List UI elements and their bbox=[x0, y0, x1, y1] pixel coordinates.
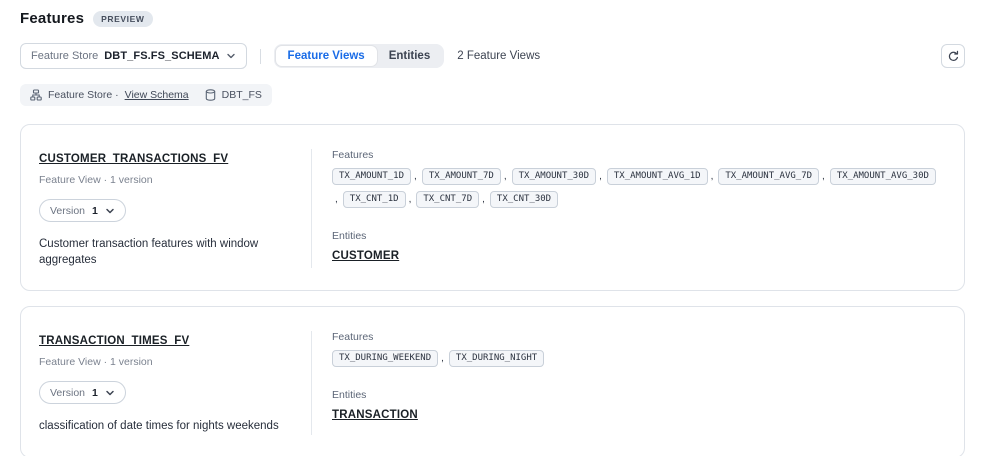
entity-link[interactable]: TRANSACTION bbox=[332, 409, 418, 421]
chevron-down-icon bbox=[105, 388, 115, 398]
feature-view-subtitle: Feature View · 1 version bbox=[39, 174, 293, 186]
tab-entities[interactable]: Entities bbox=[377, 46, 443, 66]
chevron-down-icon bbox=[105, 206, 115, 216]
feature-chip: TX_AMOUNT_AVG_30D bbox=[830, 168, 936, 185]
feature-chip-list: TX_AMOUNT_1D, TX_AMOUNT_7D, TX_AMOUNT_30… bbox=[332, 168, 942, 208]
feature-view-title-link[interactable]: CUSTOMER_TRANSACTIONS_FV bbox=[39, 153, 228, 165]
feature-view-description: Customer transaction features with windo… bbox=[39, 237, 291, 268]
breadcrumb-store-label: Feature Store · bbox=[48, 89, 119, 101]
version-value: 1 bbox=[92, 387, 98, 399]
version-dropdown[interactable]: Version 1 bbox=[39, 199, 126, 222]
feature-store-dropdown[interactable]: Feature Store DBT_FS.FS_SCHEMA bbox=[20, 43, 247, 69]
toolbar: Feature Store DBT_FS.FS_SCHEMA Feature V… bbox=[20, 43, 965, 69]
feature-chip: TX_DURING_NIGHT bbox=[449, 350, 544, 367]
features-label: Features bbox=[332, 149, 944, 161]
feature-chip: TX_CNT_30D bbox=[490, 191, 558, 208]
view-schema-link[interactable]: View Schema bbox=[125, 89, 189, 101]
feature-chip: TX_AMOUNT_30D bbox=[512, 168, 596, 185]
card-summary: CUSTOMER_TRANSACTIONS_FV Feature View · … bbox=[39, 149, 311, 268]
card-details: Features TX_DURING_WEEKEND, TX_DURING_NI… bbox=[311, 331, 944, 435]
refresh-button[interactable] bbox=[941, 44, 965, 68]
version-dropdown[interactable]: Version 1 bbox=[39, 381, 126, 404]
entities-label: Entities bbox=[332, 230, 944, 242]
feature-view-description: classification of date times for nights … bbox=[39, 419, 291, 435]
chevron-down-icon bbox=[226, 51, 236, 61]
toolbar-divider bbox=[260, 49, 261, 64]
feature-chip: TX_DURING_WEEKEND bbox=[332, 350, 438, 367]
refresh-icon bbox=[947, 50, 960, 63]
breadcrumb-row: Feature Store · View Schema DBT_FS bbox=[20, 84, 965, 106]
version-value: 1 bbox=[92, 205, 98, 217]
feature-store-value: DBT_FS.FS_SCHEMA bbox=[104, 50, 219, 62]
schema-hierarchy-icon bbox=[30, 89, 42, 101]
view-tabs: Feature Views Entities bbox=[274, 44, 445, 68]
database-icon bbox=[205, 89, 216, 101]
feature-chip: TX_CNT_1D bbox=[343, 191, 406, 208]
feature-view-card: CUSTOMER_TRANSACTIONS_FV Feature View · … bbox=[20, 124, 965, 291]
version-label: Version bbox=[50, 387, 85, 399]
card-details: Features TX_AMOUNT_1D, TX_AMOUNT_7D, TX_… bbox=[311, 149, 944, 268]
feature-chip: TX_CNT_7D bbox=[416, 191, 479, 208]
entities-section: Entities TRANSACTION bbox=[332, 389, 944, 423]
entities-section: Entities CUSTOMER bbox=[332, 230, 944, 264]
card-summary: TRANSACTION_TIMES_FV Feature View · 1 ve… bbox=[39, 331, 311, 435]
feature-view-subtitle: Feature View · 1 version bbox=[39, 356, 293, 368]
feature-view-title-link[interactable]: TRANSACTION_TIMES_FV bbox=[39, 335, 189, 347]
feature-views-count: 2 Feature Views bbox=[457, 50, 540, 62]
features-page: Features PREVIEW Feature Store DBT_FS.FS… bbox=[0, 0, 985, 456]
feature-store-label: Feature Store bbox=[31, 50, 98, 62]
feature-chip: TX_AMOUNT_1D bbox=[332, 168, 411, 185]
feature-chip: TX_AMOUNT_AVG_1D bbox=[607, 168, 708, 185]
page-title: Features bbox=[20, 10, 84, 27]
entities-label: Entities bbox=[332, 389, 944, 401]
entity-link[interactable]: CUSTOMER bbox=[332, 250, 399, 262]
breadcrumb-database-name: DBT_FS bbox=[222, 89, 262, 101]
feature-chip-list: TX_DURING_WEEKEND, TX_DURING_NIGHT bbox=[332, 350, 942, 367]
breadcrumb: Feature Store · View Schema DBT_FS bbox=[20, 84, 272, 106]
version-label: Version bbox=[50, 205, 85, 217]
feature-view-list: CUSTOMER_TRANSACTIONS_FV Feature View · … bbox=[20, 124, 965, 456]
features-label: Features bbox=[332, 331, 944, 343]
page-header: Features PREVIEW bbox=[20, 10, 965, 27]
preview-badge: PREVIEW bbox=[93, 11, 152, 27]
feature-view-card: TRANSACTION_TIMES_FV Feature View · 1 ve… bbox=[20, 306, 965, 456]
feature-chip: TX_AMOUNT_AVG_7D bbox=[718, 168, 819, 185]
tab-feature-views[interactable]: Feature Views bbox=[276, 46, 377, 66]
feature-chip: TX_AMOUNT_7D bbox=[422, 168, 501, 185]
